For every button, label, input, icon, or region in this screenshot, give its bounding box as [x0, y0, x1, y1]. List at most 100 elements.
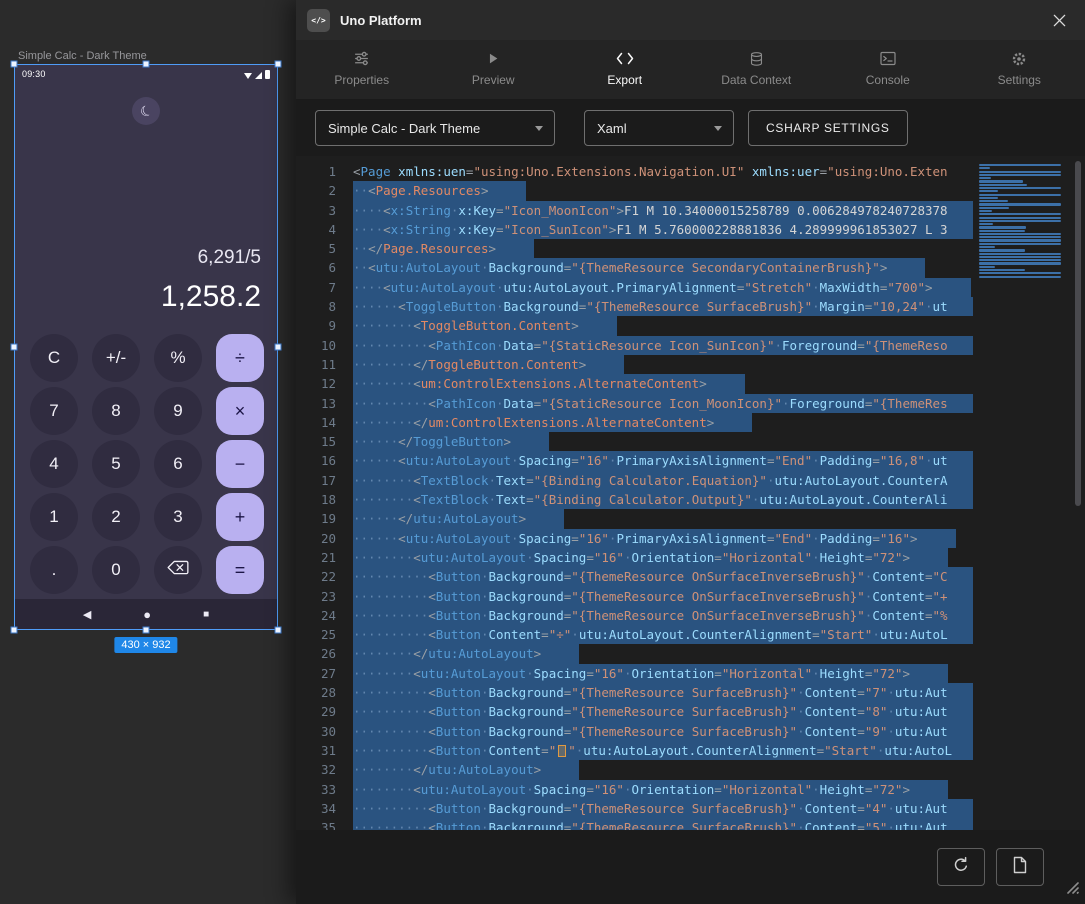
code-line[interactable]: 2··<Page.Resources> [296, 181, 973, 200]
resize-handle-bottom-right[interactable] [275, 627, 282, 634]
code-line[interactable]: 22··········<Button·Background="{ThemeRe… [296, 567, 973, 586]
line-number: 21 [296, 548, 336, 567]
code-line[interactable]: 9········<ToggleButton.Content> [296, 316, 973, 335]
code-line[interactable]: 34··········<Button·Background="{ThemeRe… [296, 799, 973, 818]
calc-button-percent[interactable]: % [154, 334, 202, 382]
calc-button-clear[interactable]: C [30, 334, 78, 382]
code-line[interactable]: 33········<utu:AutoLayout·Spacing="16"·O… [296, 780, 973, 799]
nav-home-icon[interactable]: ● [143, 607, 151, 622]
tab-settings[interactable]: Settings [954, 40, 1085, 99]
tab-console[interactable]: Console [822, 40, 954, 99]
code-line[interactable]: 14········</um:ControlExtensions.Alterna… [296, 413, 973, 432]
code-line[interactable]: 30··········<Button·Background="{ThemeRe… [296, 722, 973, 741]
calc-button-two[interactable]: 2 [92, 493, 140, 541]
code-line[interactable]: 32········</utu:AutoLayout> [296, 760, 973, 779]
code-line-text: ····<x:String·x:Key="Icon_SunIcon">F1 M … [353, 220, 973, 239]
minimap-line [979, 253, 1061, 255]
calc-button-decimal[interactable]: . [30, 546, 78, 594]
resize-grip[interactable] [1061, 876, 1080, 900]
tab-data-context[interactable]: Data Context [691, 40, 823, 99]
code-line[interactable]: 31··········<Button·Content=""·utu:AutoL… [296, 741, 973, 760]
calc-button-zero[interactable]: 0 [92, 546, 140, 594]
nav-recents-icon[interactable]: ■ [203, 609, 209, 620]
code-icon [616, 50, 634, 67]
calc-button-three[interactable]: 3 [154, 493, 202, 541]
code-line[interactable]: 15······</ToggleButton> [296, 432, 973, 451]
minimap-line [979, 233, 1061, 235]
phone-artboard[interactable]: 09:30 ☾ 6,291/5 1,258.2 C+/-%÷789×456−12… [14, 64, 278, 630]
code-line[interactable]: 1<Page xmlns:uen="using:Uno.Extensions.N… [296, 162, 973, 181]
code-line[interactable]: 29··········<Button·Background="{ThemeRe… [296, 702, 973, 721]
tab-export[interactable]: Export [559, 40, 691, 99]
code-line[interactable]: 18········<TextBlock·Text="{Binding Calc… [296, 490, 973, 509]
calc-button-backspace[interactable] [154, 546, 202, 594]
tab-bar: PropertiesPreviewExportData ContextConso… [296, 40, 1085, 100]
editor-scrollbar[interactable] [1073, 161, 1082, 825]
calc-button-eight[interactable]: 8 [92, 387, 140, 435]
resize-handle-top-left[interactable] [11, 61, 18, 68]
calc-button-equals[interactable]: = [216, 546, 264, 594]
calc-button-multiply[interactable]: × [216, 387, 264, 435]
code-line[interactable]: 11········</ToggleButton.Content> [296, 355, 973, 374]
code-line[interactable]: 25··········<Button·Content="÷"·utu:Auto… [296, 625, 973, 644]
format-select[interactable]: Xaml [584, 110, 734, 146]
code-line[interactable]: 4····<x:String·x:Key="Icon_SunIcon">F1 M… [296, 220, 973, 239]
resize-handle-top-right[interactable] [275, 61, 282, 68]
code-line[interactable]: 26········</utu:AutoLayout> [296, 644, 973, 663]
code-line[interactable]: 12········<um:ControlExtensions.Alternat… [296, 374, 973, 393]
code-line[interactable]: 16······<utu:AutoLayout·Spacing="16"·Pri… [296, 451, 973, 470]
calc-button-four[interactable]: 4 [30, 440, 78, 488]
calc-button-five[interactable]: 5 [92, 440, 140, 488]
code-line[interactable]: 27········<utu:AutoLayout·Spacing="16"·O… [296, 664, 973, 683]
code-line[interactable]: 19······</utu:AutoLayout> [296, 509, 973, 528]
code-line-text: ········<utu:AutoLayout·Spacing="16"·Ori… [353, 780, 948, 799]
code-line[interactable]: 5··</Page.Resources> [296, 239, 973, 258]
moon-icon: ☾ [137, 102, 154, 120]
code-line[interactable]: 13··········<PathIcon·Data="{StaticResou… [296, 394, 973, 413]
resize-handle-top-center[interactable] [143, 61, 150, 68]
code-line[interactable]: 6··<utu:AutoLayout·Background="{ThemeRes… [296, 258, 973, 277]
code-line[interactable]: 7····<utu:AutoLayout·utu:AutoLayout.Prim… [296, 278, 973, 297]
code-line[interactable]: 17········<TextBlock·Text="{Binding Calc… [296, 471, 973, 490]
tab-properties[interactable]: Properties [296, 40, 428, 99]
minimap[interactable] [979, 164, 1061, 279]
tab-preview[interactable]: Preview [428, 40, 560, 99]
line-number: 12 [296, 374, 336, 393]
code-line[interactable]: 10··········<PathIcon·Data="{StaticResou… [296, 336, 973, 355]
panel-titlebar[interactable]: </> Uno Platform [296, 0, 1085, 40]
calc-button-six[interactable]: 6 [154, 440, 202, 488]
resize-handle-mid-left[interactable] [11, 344, 18, 351]
calc-button-plus[interactable]: + [216, 493, 264, 541]
code-line[interactable]: 3····<x:String·x:Key="Icon_MoonIcon">F1 … [296, 201, 973, 220]
code-editor[interactable]: 1<Page xmlns:uen="using:Uno.Extensions.N… [296, 156, 1085, 830]
calc-button-divide[interactable]: ÷ [216, 334, 264, 382]
code-line[interactable]: 20······<utu:AutoLayout·Spacing="16"·Pri… [296, 529, 973, 548]
calc-button-nine[interactable]: 9 [154, 387, 202, 435]
code-line[interactable]: 8······<ToggleButton·Background="{ThemeR… [296, 297, 973, 316]
code-line[interactable]: 21········<utu:AutoLayout·Spacing="16"·O… [296, 548, 973, 567]
line-number: 27 [296, 664, 336, 683]
resize-handle-bottom-left[interactable] [11, 627, 18, 634]
theme-toggle-button[interactable]: ☾ [132, 97, 160, 125]
artboard-label[interactable]: Simple Calc - Dark Theme [18, 50, 147, 62]
scrollbar-thumb[interactable] [1075, 161, 1081, 506]
code-line[interactable]: 24··········<Button·Background="{ThemeRe… [296, 606, 973, 625]
calc-button-seven[interactable]: 7 [30, 387, 78, 435]
phone-screen[interactable]: 09:30 ☾ 6,291/5 1,258.2 C+/-%÷789×456−12… [14, 64, 278, 630]
minimap-line [979, 180, 1023, 182]
code-line[interactable]: 23··········<Button·Background="{ThemeRe… [296, 587, 973, 606]
code-line[interactable]: 28··········<Button·Background="{ThemeRe… [296, 683, 973, 702]
resize-handle-bottom-center[interactable] [143, 627, 150, 634]
refresh-button[interactable] [937, 848, 985, 886]
page-select[interactable]: Simple Calc - Dark Theme [315, 110, 555, 146]
close-icon[interactable] [1052, 13, 1067, 28]
calc-button-plus-minus[interactable]: +/- [92, 334, 140, 382]
code-line-text: ········<TextBlock·Text="{Binding Calcul… [353, 490, 973, 509]
calc-button-one[interactable]: 1 [30, 493, 78, 541]
code-line[interactable]: 35··········<Button·Background="{ThemeRe… [296, 818, 973, 830]
export-file-button[interactable] [996, 848, 1044, 886]
calc-button-minus[interactable]: − [216, 440, 264, 488]
resize-handle-mid-right[interactable] [275, 344, 282, 351]
nav-back-icon[interactable]: ◀ [83, 608, 91, 621]
csharp-settings-button[interactable]: CSHARP SETTINGS [748, 110, 908, 146]
